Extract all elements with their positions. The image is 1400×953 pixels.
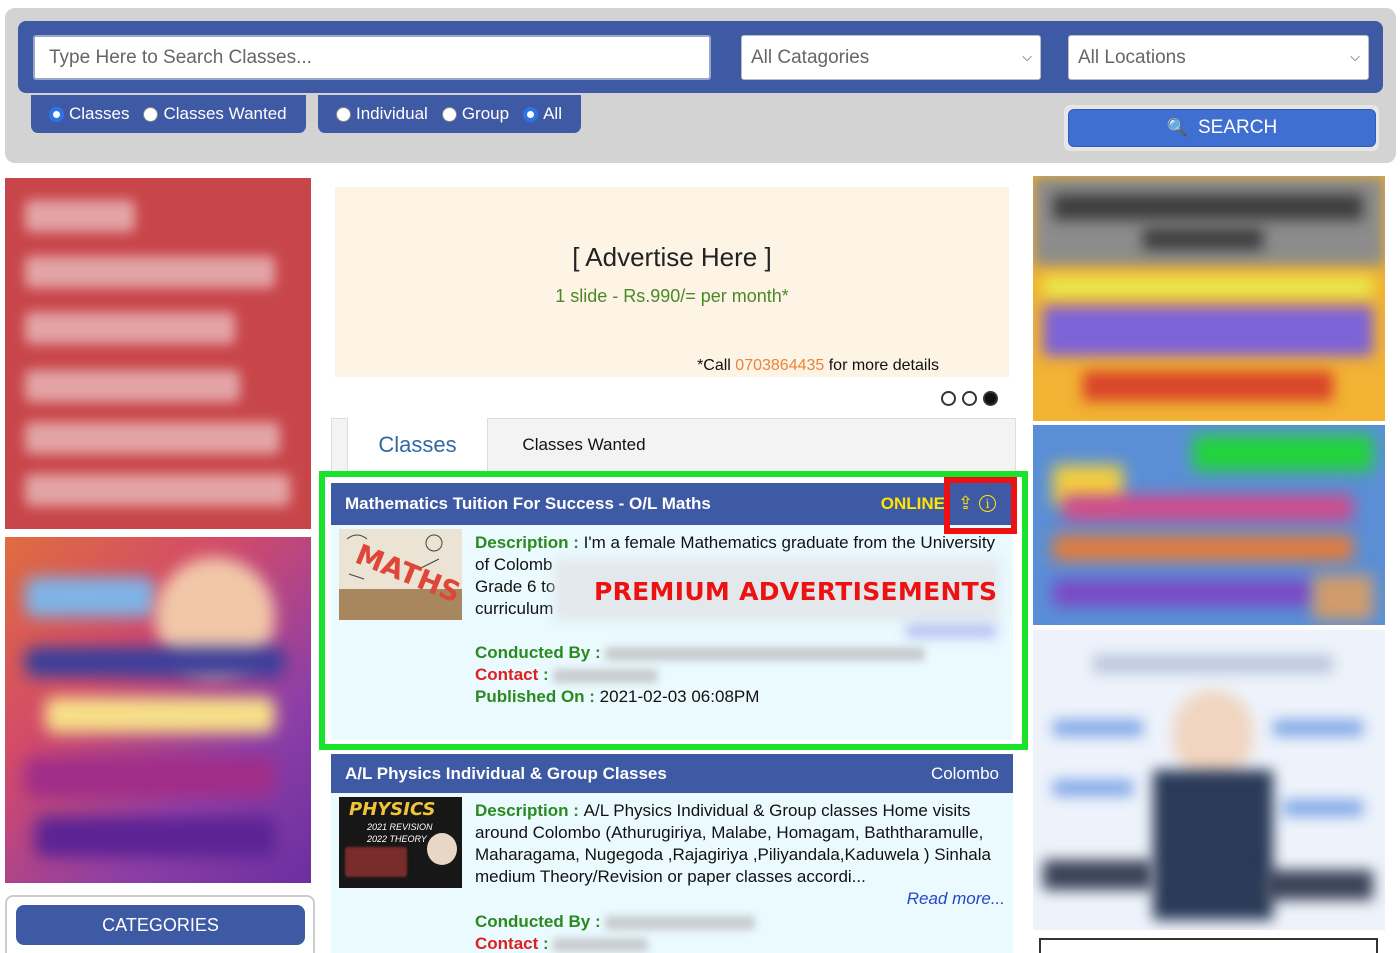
contact-label: Contact [475,934,539,953]
radio-unselected-icon[interactable] [441,106,457,122]
location-select-value: All Locations [1078,46,1186,68]
radio-all[interactable]: All [523,104,562,124]
advertise-title: [ Advertise Here ] [572,242,772,272]
highlight-frame [319,471,1028,750]
info-icon[interactable]: i [979,495,997,512]
radio-group[interactable]: Group [441,104,510,124]
radio-label: Group [461,104,510,123]
radio-label: Classes Wanted [163,104,287,123]
chevron-down-icon: ⌵ [1350,49,1360,64]
listing-card[interactable]: A/L Physics Individual & Group Classes C… [331,754,1013,953]
tutor-avatar [427,833,457,865]
blurred-contact [553,937,649,952]
call-phone-number[interactable]: 0703864435 [735,357,824,374]
class-mode-radio-group: Individual Group All [318,95,581,133]
thumbnail-badge [345,847,407,877]
categories-button[interactable]: CATEGORIES [16,905,305,945]
radio-label: Classes [69,104,130,123]
slider-dot[interactable] [941,391,956,406]
radio-classes[interactable]: Classes [49,104,129,124]
categories-label: CATEGORIES [102,914,219,935]
location-select[interactable]: All Locations ⌵ [1068,35,1369,80]
slider-dot[interactable] [962,391,977,406]
advertise-price: 1 slide - Rs.990/= per month* [555,286,789,306]
advertise-call-text: *Call 0703864435 for more details [697,357,939,375]
label-colon: : [538,934,554,953]
call-suffix: for more details [824,357,939,374]
thumbnail-title: PHYSICS [349,799,436,820]
radio-unselected-icon[interactable] [143,106,159,122]
left-sidebar-ad-2[interactable] [5,537,311,883]
description-label: Description [475,801,569,820]
radio-individual[interactable]: Individual [336,104,428,124]
right-sidebar-ad-3[interactable] [1033,630,1385,930]
search-button-label: SEARCH [1197,117,1278,138]
radio-selected-icon[interactable] [523,106,539,122]
blurred-conductor [605,915,756,930]
conducted-by-label: Conducted By [475,912,591,931]
right-sidebar-box [1039,938,1378,953]
contact-row: Contact : [475,934,649,953]
radio-unselected-icon[interactable] [336,106,351,122]
category-select[interactable]: All Catagories ⌵ [741,35,1041,80]
tab-classes[interactable]: Classes [347,418,488,472]
slider-dot-active[interactable] [983,391,998,406]
advertise-banner[interactable]: [ Advertise Here ] 1 slide - Rs.990/= pe… [335,187,1009,377]
search-input[interactable] [33,35,711,80]
read-more-link[interactable]: Read more... [907,889,1005,909]
tab-classes-wanted[interactable]: Classes Wanted [489,418,679,472]
radio-classes-wanted[interactable]: Classes Wanted [143,104,287,124]
left-sidebar-ad-1[interactable] [5,178,311,529]
boost-up-icon[interactable]: ⇪ [958,493,973,514]
thumbnail-line: 2021 REVISION [367,822,433,832]
thumbnail-line: 2022 THEORY [367,834,427,844]
radio-label: All [543,104,562,123]
listing-header-icons: ⇪ i [958,493,997,514]
listing-type-radio-group: Classes Classes Wanted [31,95,306,133]
right-sidebar-ad-1[interactable] [1033,176,1385,421]
magnifier-icon: 🔍 [1166,118,1188,137]
label-colon: : [568,801,584,820]
conducted-by-row: Conducted By : [475,912,756,932]
listing-location: Colombo [930,763,999,783]
call-prefix: *Call [697,357,736,374]
right-sidebar-ad-2[interactable] [1033,425,1385,625]
listing-title[interactable]: A/L Physics Individual & Group Classes [345,764,667,784]
slider-dots [941,391,998,406]
search-button[interactable]: 🔍 SEARCH [1068,109,1376,147]
radio-label: Individual [356,104,428,123]
radio-selected-icon[interactable] [49,106,64,122]
category-select-value: All Catagories [751,46,870,68]
listing-description: Description : A/L Physics Individual & G… [475,800,1005,888]
chevron-down-icon: ⌵ [1022,49,1032,64]
listing-thumbnail[interactable]: PHYSICS 2021 REVISION 2022 THEORY [339,797,462,888]
listing-header[interactable]: A/L Physics Individual & Group Classes C… [331,754,1013,793]
label-colon: : [590,912,606,931]
